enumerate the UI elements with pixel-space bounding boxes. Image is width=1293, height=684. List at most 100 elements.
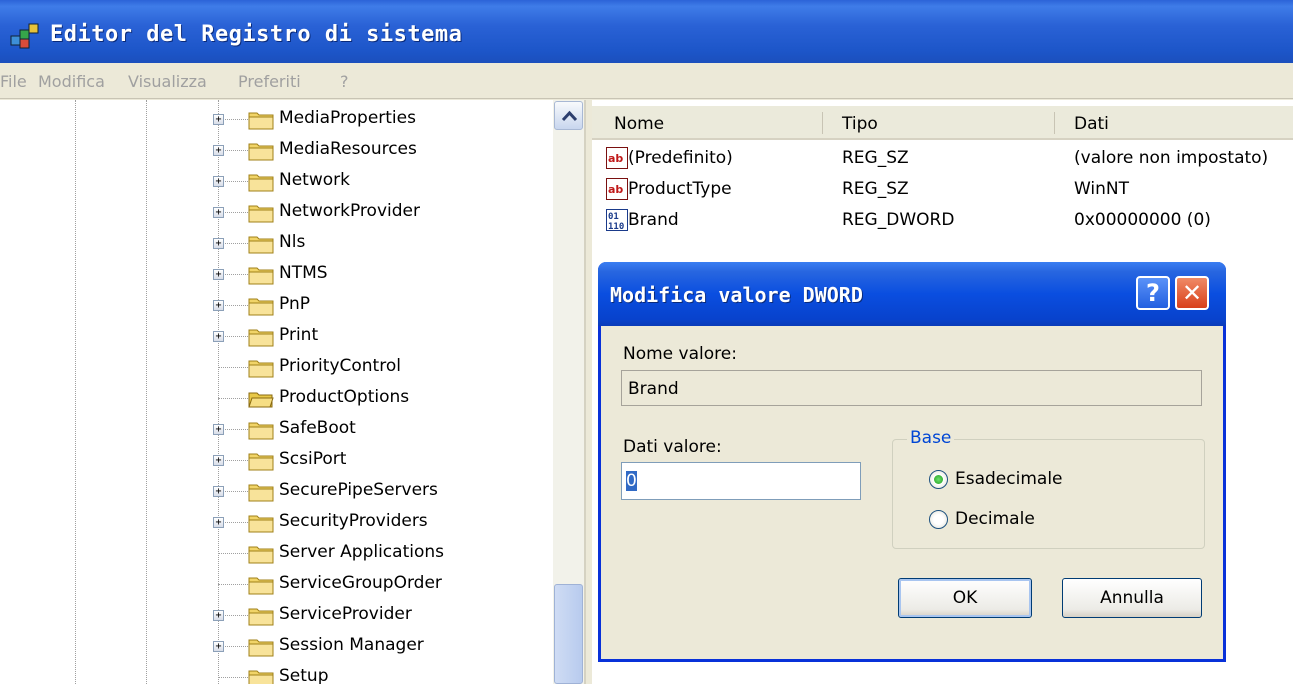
menu-help[interactable]: ? <box>340 72 349 91</box>
list-row[interactable]: 01 110 Brand REG_DWORD 0x00000000 (0) <box>592 206 1293 237</box>
tree-item[interactable]: ProductOptions <box>0 383 560 414</box>
expand-plus-icon[interactable]: + <box>213 145 224 156</box>
value-name-label: Nome valore: <box>623 344 737 364</box>
tree-item[interactable]: + PnP <box>0 290 560 321</box>
tree-item[interactable]: + Print <box>0 321 560 352</box>
tree-item-label: SafeBoot <box>279 418 356 438</box>
expand-plus-icon[interactable]: + <box>213 486 224 497</box>
tree-item-label: Print <box>279 325 319 345</box>
close-icon: ✕ <box>1181 279 1203 307</box>
chevron-up-icon <box>561 110 578 122</box>
menu-preferiti[interactable]: Preferiti <box>238 72 301 91</box>
window-title: Editor del Registro di sistema <box>50 22 463 47</box>
base-groupbox: Base Esadecimale Decimale <box>892 428 1205 549</box>
dialog-title-bar[interactable]: Modifica valore DWORD ? ✕ <box>598 262 1226 326</box>
list-row[interactable]: ab (Predefinito) REG_SZ (valore non imposta… <box>592 144 1293 175</box>
scroll-up-button[interactable] <box>554 101 583 130</box>
title-bar[interactable]: Editor del Registro di sistema <box>0 0 1293 63</box>
expand-plus-icon[interactable]: + <box>213 610 224 621</box>
radio-selected-dot <box>934 475 943 484</box>
value-data-text: 0 <box>626 471 637 491</box>
tree-item[interactable]: + MediaResources <box>0 135 560 166</box>
hex-radio[interactable] <box>929 470 948 489</box>
folder-icon <box>248 513 274 533</box>
expand-plus-icon[interactable]: + <box>213 331 224 342</box>
tree-item[interactable]: + MediaProperties <box>0 104 560 135</box>
tree-item[interactable]: + SecurePipeServers <box>0 476 560 507</box>
registry-tree[interactable]: + MediaProperties + MediaResources + Network +… <box>0 100 586 684</box>
tree-item-label: Nls <box>279 232 306 252</box>
expand-plus-icon[interactable]: + <box>213 207 224 218</box>
tree-item[interactable]: + SafeBoot <box>0 414 560 445</box>
tree-item-label: PnP <box>279 294 310 314</box>
expand-plus-icon[interactable]: + <box>213 114 224 125</box>
tree-item[interactable]: + NetworkProvider <box>0 197 560 228</box>
menu-file[interactable]: File <box>0 72 27 91</box>
menu-visualizza[interactable]: Visualizza <box>128 72 207 91</box>
folder-icon <box>248 606 274 626</box>
string-value-icon: ab <box>606 178 628 200</box>
expand-plus-icon[interactable]: + <box>213 238 224 249</box>
cancel-button[interactable]: Annulla <box>1062 578 1202 618</box>
folder-icon <box>248 203 274 223</box>
cell-data: WinNT <box>1074 179 1130 199</box>
value-data-input[interactable]: 0 <box>621 462 861 500</box>
folder-icon <box>248 482 274 502</box>
tree-item[interactable]: + NTMS <box>0 259 560 290</box>
tree-item-label: SecurityProviders <box>279 511 428 531</box>
hex-radio-label[interactable]: Esadecimale <box>955 469 1063 489</box>
cell-name: Brand <box>628 210 679 230</box>
tree-item[interactable]: Setup <box>0 662 560 684</box>
tree-item[interactable]: + ServiceProvider <box>0 600 560 631</box>
folder-icon <box>248 234 274 254</box>
tree-branch-line <box>218 584 250 585</box>
expand-plus-icon[interactable]: + <box>213 269 224 280</box>
value-name-field: Brand <box>621 370 1202 406</box>
column-header-type[interactable]: Tipo <box>842 114 878 134</box>
expand-plus-icon[interactable]: + <box>213 176 224 187</box>
expand-plus-icon[interactable]: + <box>213 424 224 435</box>
tree-item-label: MediaProperties <box>279 108 416 128</box>
binary-value-icon: 01 110 <box>606 209 628 232</box>
tree-item-label: PriorityControl <box>279 356 401 376</box>
list-row[interactable]: ab ProductType REG_SZ WinNT <box>592 175 1293 206</box>
help-button[interactable]: ? <box>1136 276 1170 310</box>
tree-item[interactable]: PriorityControl <box>0 352 560 383</box>
expand-plus-icon[interactable]: + <box>213 517 224 528</box>
tree-branch-line <box>218 398 250 399</box>
svg-text:ab: ab <box>608 183 623 196</box>
folder-icon <box>248 265 274 285</box>
tree-item[interactable]: ServiceGroupOrder <box>0 569 560 600</box>
folder-icon <box>248 110 274 130</box>
expand-plus-icon[interactable]: + <box>213 641 224 652</box>
tree-item[interactable]: + Session Manager <box>0 631 560 662</box>
scroll-thumb[interactable] <box>554 584 583 684</box>
tree-item[interactable]: + Nls <box>0 228 560 259</box>
menu-modifica[interactable]: Modifica <box>38 72 105 91</box>
column-header-name[interactable]: Nome <box>614 114 664 134</box>
column-header-data[interactable]: Dati <box>1074 114 1109 134</box>
tree-item[interactable]: Server Applications <box>0 538 560 569</box>
tree-item[interactable]: + SecurityProviders <box>0 507 560 538</box>
tree-item-label: MediaResources <box>279 139 417 159</box>
expand-plus-icon[interactable]: + <box>213 300 224 311</box>
folder-icon <box>248 172 274 192</box>
folder-icon <box>248 358 274 378</box>
tree-item-label: ProductOptions <box>279 387 410 407</box>
ok-button[interactable]: OK <box>898 578 1032 618</box>
open-folder-icon <box>248 389 274 409</box>
tree-item[interactable]: + Network <box>0 166 560 197</box>
folder-icon <box>248 668 274 684</box>
column-divider[interactable] <box>822 112 823 134</box>
dec-radio[interactable] <box>929 510 948 529</box>
close-button[interactable]: ✕ <box>1175 276 1209 310</box>
column-divider[interactable] <box>1054 112 1055 134</box>
tree-vertical-scrollbar[interactable] <box>553 100 584 684</box>
value-data-label: Dati valore: <box>623 437 722 457</box>
tree-item[interactable]: + ScsiPort <box>0 445 560 476</box>
tree-item-label: ServiceGroupOrder <box>279 573 442 593</box>
registry-editor-icon <box>10 23 39 49</box>
expand-plus-icon[interactable]: + <box>213 455 224 466</box>
cell-name: ProductType <box>628 179 732 199</box>
dec-radio-label[interactable]: Decimale <box>955 509 1035 529</box>
